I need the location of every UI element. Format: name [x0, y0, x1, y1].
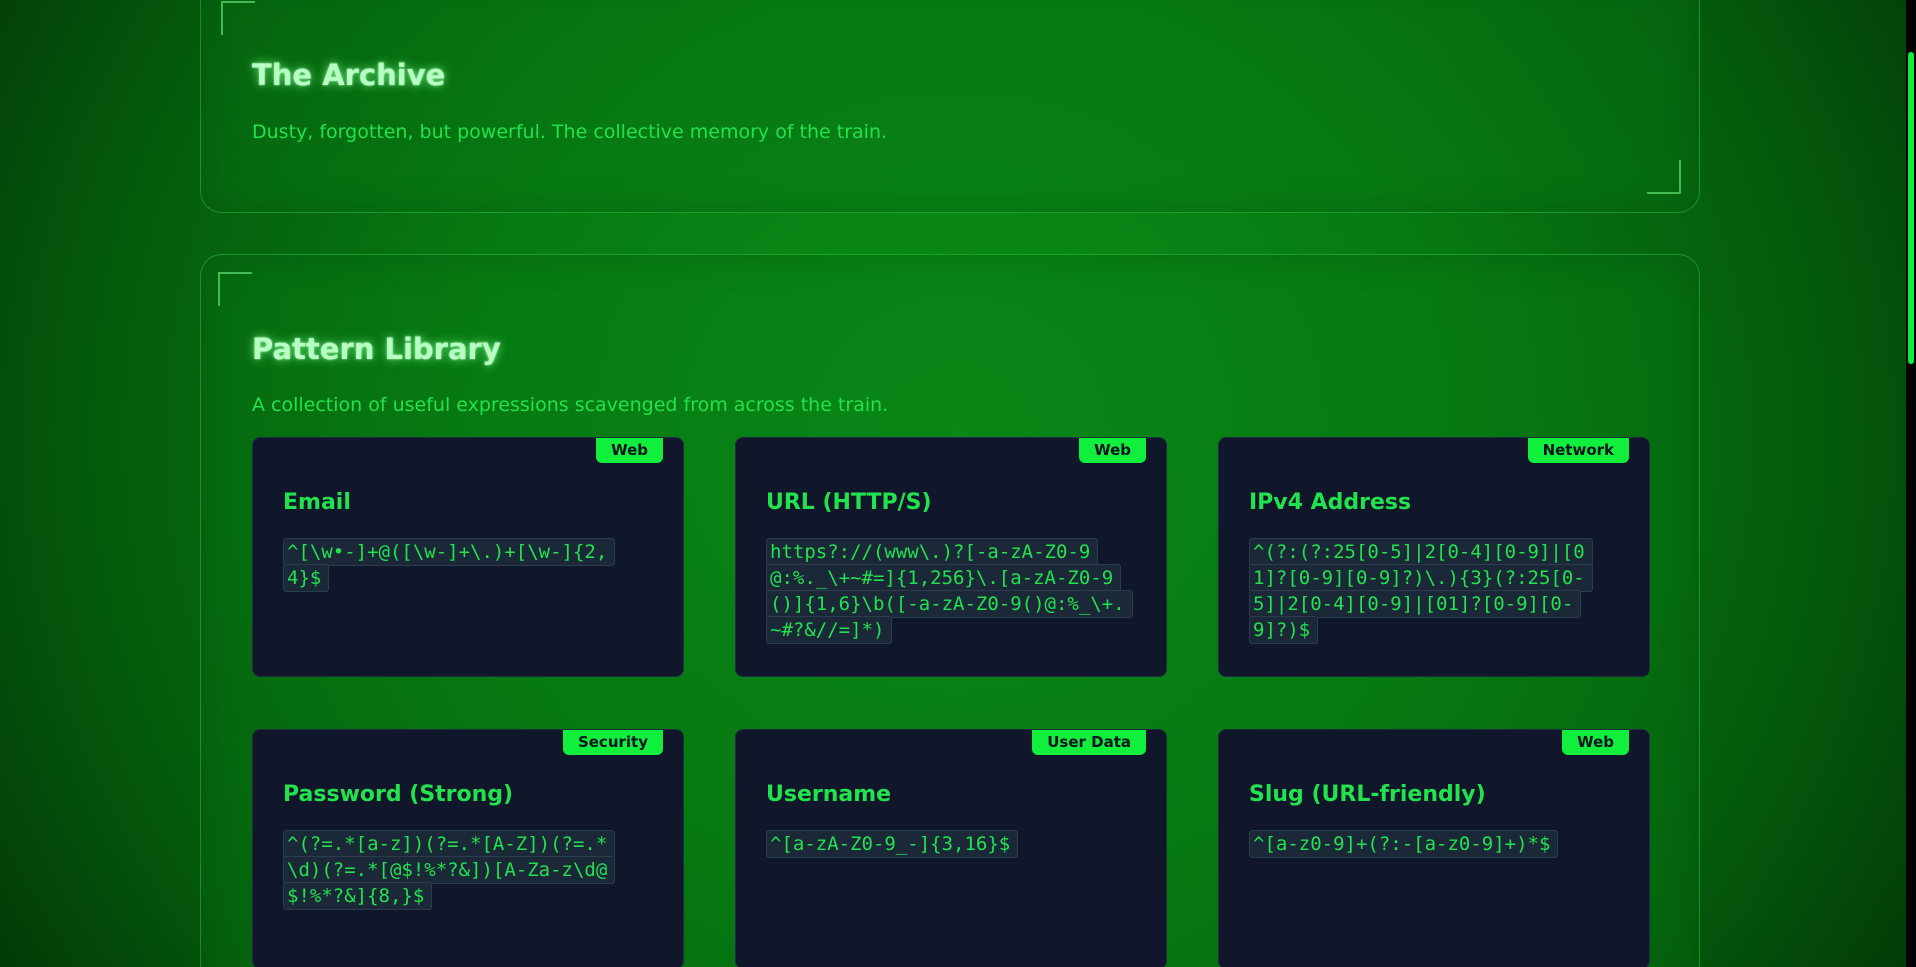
- regex-code: ^[\w•-]+@([\w-]+\.)+[\w-]{2,4}$: [283, 538, 616, 592]
- pattern-name: Password (Strong): [283, 782, 514, 807]
- pattern-card-email[interactable]: Web Email ^[\w•-]+@([\w-]+\.)+[\w-]{2,4}…: [252, 437, 684, 677]
- category-tag: Web: [1079, 438, 1146, 463]
- pattern-library-title: Pattern Library: [252, 332, 501, 366]
- archive-title: The Archive: [252, 58, 446, 92]
- pattern-card-url[interactable]: Web URL (HTTP/S) https?://(www\.)?[-a-zA…: [735, 437, 1167, 677]
- category-tag: Web: [596, 438, 663, 463]
- scrollbar[interactable]: [1906, 0, 1916, 967]
- corner-bracket-top-left: [221, 1, 255, 35]
- category-tag: Web: [1562, 730, 1629, 755]
- scrollbar-thumb[interactable]: [1908, 52, 1914, 364]
- regex-code: https?://(www\.)?[-a-zA-Z0-9@:%._\+~#=]{…: [766, 538, 1133, 644]
- category-tag: Network: [1527, 438, 1629, 463]
- pattern-name: URL (HTTP/S): [766, 490, 932, 515]
- category-tag: User Data: [1032, 730, 1146, 755]
- category-tag: Security: [562, 730, 663, 755]
- pattern-card-password[interactable]: Security Password (Strong) ^(?=.*[a-z])(…: [252, 729, 684, 967]
- regex-code: ^(?:(?:25[0-5]|2[0-4][0-9]|[01]?[0-9][0-…: [1249, 538, 1599, 644]
- archive-description: Dusty, forgotten, but powerful. The coll…: [252, 121, 888, 143]
- pattern-name: IPv4 Address: [1249, 490, 1412, 515]
- corner-bracket-bottom-right: [1647, 160, 1681, 194]
- corner-bracket-top-left: [218, 272, 252, 306]
- pattern-card-username[interactable]: User Data Username ^[a-zA-Z0-9_-]{3,16}$: [735, 729, 1167, 967]
- pattern-library-description: A collection of useful expressions scave…: [252, 394, 889, 416]
- pattern-name: Slug (URL-friendly): [1249, 782, 1486, 807]
- pattern-name: Username: [766, 782, 892, 807]
- pattern-name: Email: [283, 490, 351, 515]
- pattern-card-ipv4[interactable]: Network IPv4 Address ^(?:(?:25[0-5]|2[0-…: [1218, 437, 1650, 677]
- pattern-library-panel: Pattern Library A collection of useful e…: [200, 254, 1700, 967]
- regex-code: ^[a-z0-9]+(?:-[a-z0-9]+)*$: [1249, 830, 1609, 858]
- regex-code: ^(?=.*[a-z])(?=.*[A-Z])(?=.*\d)(?=.*[@$!…: [283, 830, 628, 910]
- archive-panel: The Archive Dusty, forgotten, but powerf…: [200, 0, 1700, 213]
- pattern-card-slug[interactable]: Web Slug (URL-friendly) ^[a-z0-9]+(?:-[a…: [1218, 729, 1650, 967]
- regex-code: ^[a-zA-Z0-9_-]{3,16}$: [766, 830, 1126, 858]
